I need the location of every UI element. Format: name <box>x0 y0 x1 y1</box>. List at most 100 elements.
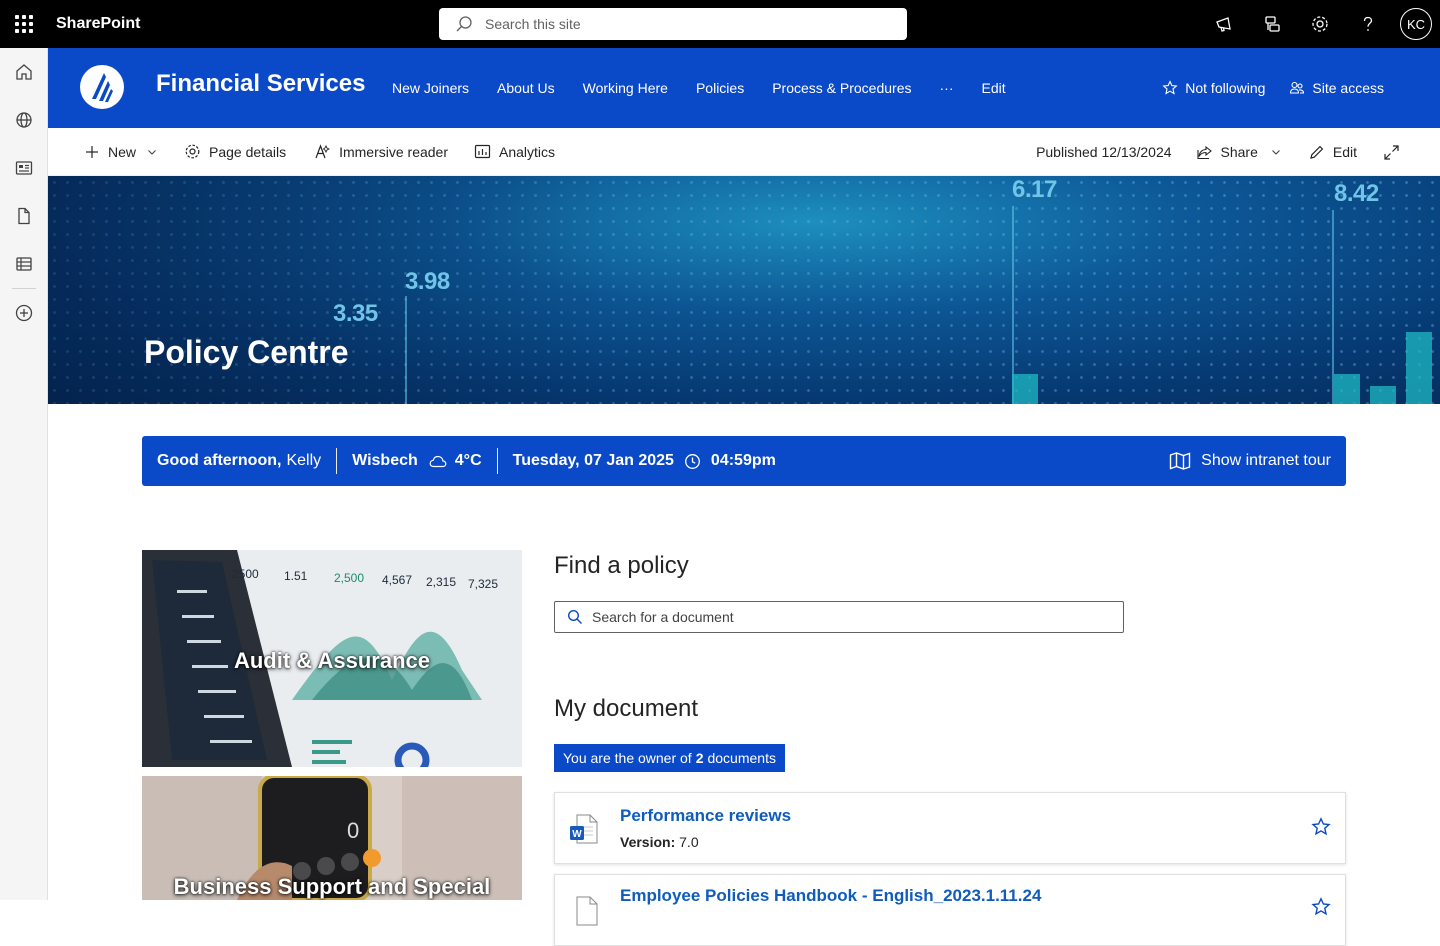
tile-business-support[interactable]: 0 Business Support and Special <box>142 776 522 900</box>
nav-edit-link[interactable]: Edit <box>982 80 1006 96</box>
intranet-tour-label: Show intranet tour <box>1201 452 1331 469</box>
document-card[interactable]: W Performance reviews Version: 7.0 <box>554 792 1346 864</box>
word-doc-icon: W <box>570 814 598 844</box>
divider <box>336 448 338 474</box>
favorite-star-icon[interactable] <box>1311 897 1331 917</box>
gear-icon <box>185 144 200 159</box>
version-value: 7.0 <box>679 834 699 850</box>
nav-about-us[interactable]: About Us <box>497 80 555 96</box>
nav-policies[interactable]: Policies <box>696 80 744 96</box>
hero-banner: 6.17 8.42 3.98 3.35 Policy Centre <box>48 176 1440 404</box>
page-title: Policy Centre <box>144 334 349 370</box>
published-status: Published 12/13/2024 <box>1036 144 1172 160</box>
chart-icon <box>474 144 491 159</box>
command-bar: New Page details Immersive reader Analyt… <box>48 128 1440 176</box>
rail-files-button[interactable] <box>0 192 48 240</box>
site-logo-mark-icon <box>92 73 113 102</box>
site-search-input[interactable] <box>485 16 885 32</box>
tile-label: Audit & Assurance <box>233 648 430 673</box>
hero-chart-bar <box>1406 332 1432 404</box>
clock-icon <box>684 453 700 469</box>
immersive-reader-button[interactable]: Immersive reader <box>314 143 448 160</box>
hero-figure: 3.98 <box>405 268 450 295</box>
search-icon <box>567 609 582 624</box>
greeting-user-name: Kelly <box>286 452 322 469</box>
nav-process-procedures[interactable]: Process & Procedures <box>772 80 911 96</box>
star-outline-icon <box>1162 80 1178 95</box>
add-circle-icon <box>15 304 33 322</box>
current-time: 04:59pm <box>710 452 776 469</box>
file-icon <box>18 207 30 225</box>
gear-icon <box>1312 16 1328 32</box>
expand-icon <box>1384 144 1399 160</box>
document-search-box[interactable] <box>554 601 1124 633</box>
rail-create-button[interactable] <box>0 289 48 337</box>
document-title-link[interactable]: Employee Policies Handbook - English_202… <box>620 886 1041 906</box>
site-header: Financial Services New Joiners About Us … <box>48 48 1440 128</box>
rail-sites-button[interactable] <box>0 96 48 144</box>
waffle-icon <box>15 15 33 33</box>
megaphone-icon <box>1216 17 1231 32</box>
document-search-input[interactable] <box>592 609 1112 625</box>
svg-text:0: 0 <box>347 818 359 843</box>
feedback-button[interactable] <box>1200 0 1248 48</box>
current-date: Tuesday, 07 Jan 2025 <box>512 452 674 469</box>
hero-chart-bar <box>1012 374 1038 404</box>
settings-button[interactable] <box>1296 0 1344 48</box>
chevron-down-icon <box>148 149 156 155</box>
immersive-reader-label: Immersive reader <box>339 143 448 160</box>
analytics-button[interactable]: Analytics <box>474 143 555 160</box>
svg-text:2,500: 2,500 <box>334 571 364 585</box>
owner-count: 2 <box>695 750 704 766</box>
rail-lists-button[interactable] <box>0 240 48 288</box>
app-launcher-button[interactable] <box>0 0 48 48</box>
notifications-button[interactable] <box>1248 0 1296 48</box>
page-details-label: Page details <box>209 143 287 160</box>
site-access-label: Site access <box>1312 80 1384 96</box>
command-bar-right: Published 12/13/2024 Share Edit <box>1036 128 1440 176</box>
nav-new-joiners[interactable]: New Joiners <box>392 80 469 96</box>
edit-page-button[interactable]: Edit <box>1308 144 1357 161</box>
my-document-heading: My document <box>554 695 699 722</box>
immersive-reader-icon <box>315 144 331 159</box>
plus-icon <box>86 145 98 158</box>
expand-button[interactable] <box>1383 144 1408 161</box>
nav-more-button[interactable]: ··· <box>940 80 954 96</box>
favorite-star-icon[interactable] <box>1311 817 1331 837</box>
site-actions: Not following Site access <box>1138 48 1384 128</box>
new-button[interactable]: New <box>84 144 158 160</box>
search-icon <box>456 16 472 32</box>
document-version: Version: 7.0 <box>620 834 699 850</box>
rail-home-button[interactable] <box>0 48 48 96</box>
intranet-tour-button[interactable]: Show intranet tour <box>1169 436 1331 486</box>
hero-figure: 3.35 <box>333 300 378 327</box>
follow-button[interactable]: Not following <box>1162 80 1265 96</box>
edit-label: Edit <box>1332 144 1357 160</box>
page-details-button[interactable]: Page details <box>184 143 286 160</box>
tile-label: Business Support and Special <box>173 874 491 899</box>
document-title-link[interactable]: Performance reviews <box>620 806 791 826</box>
share-label: Share <box>1220 144 1258 160</box>
nav-working-here[interactable]: Working Here <box>583 80 668 96</box>
hero-chart-line <box>405 296 407 404</box>
home-icon <box>16 64 32 80</box>
divider <box>496 448 498 474</box>
share-button[interactable]: Share <box>1196 144 1282 161</box>
help-button[interactable] <box>1344 0 1392 48</box>
globe-icon <box>16 112 32 128</box>
list-icon <box>16 257 32 271</box>
site-logo[interactable] <box>80 65 124 109</box>
map-icon <box>1169 452 1191 470</box>
site-title[interactable]: Financial Services <box>156 70 365 98</box>
top-navigation: New Joiners About Us Working Here Polici… <box>378 48 1020 128</box>
site-access-button[interactable]: Site access <box>1289 80 1384 96</box>
hero-figure: 6.17 <box>1012 176 1057 203</box>
suite-brand[interactable]: SharePoint <box>56 15 140 33</box>
svg-text:4,567: 4,567 <box>382 573 412 587</box>
rail-news-button[interactable] <box>0 144 48 192</box>
tile-audit-assurance[interactable]: 2500 1.51 2,500 4,567 2,315 7,325 Audit & Ass… <box>142 550 522 767</box>
people-icon <box>1290 81 1305 94</box>
document-card[interactable]: Employee Policies Handbook - English_202… <box>554 874 1346 946</box>
user-avatar[interactable]: KC <box>1400 8 1432 40</box>
site-search-box[interactable] <box>439 8 907 40</box>
